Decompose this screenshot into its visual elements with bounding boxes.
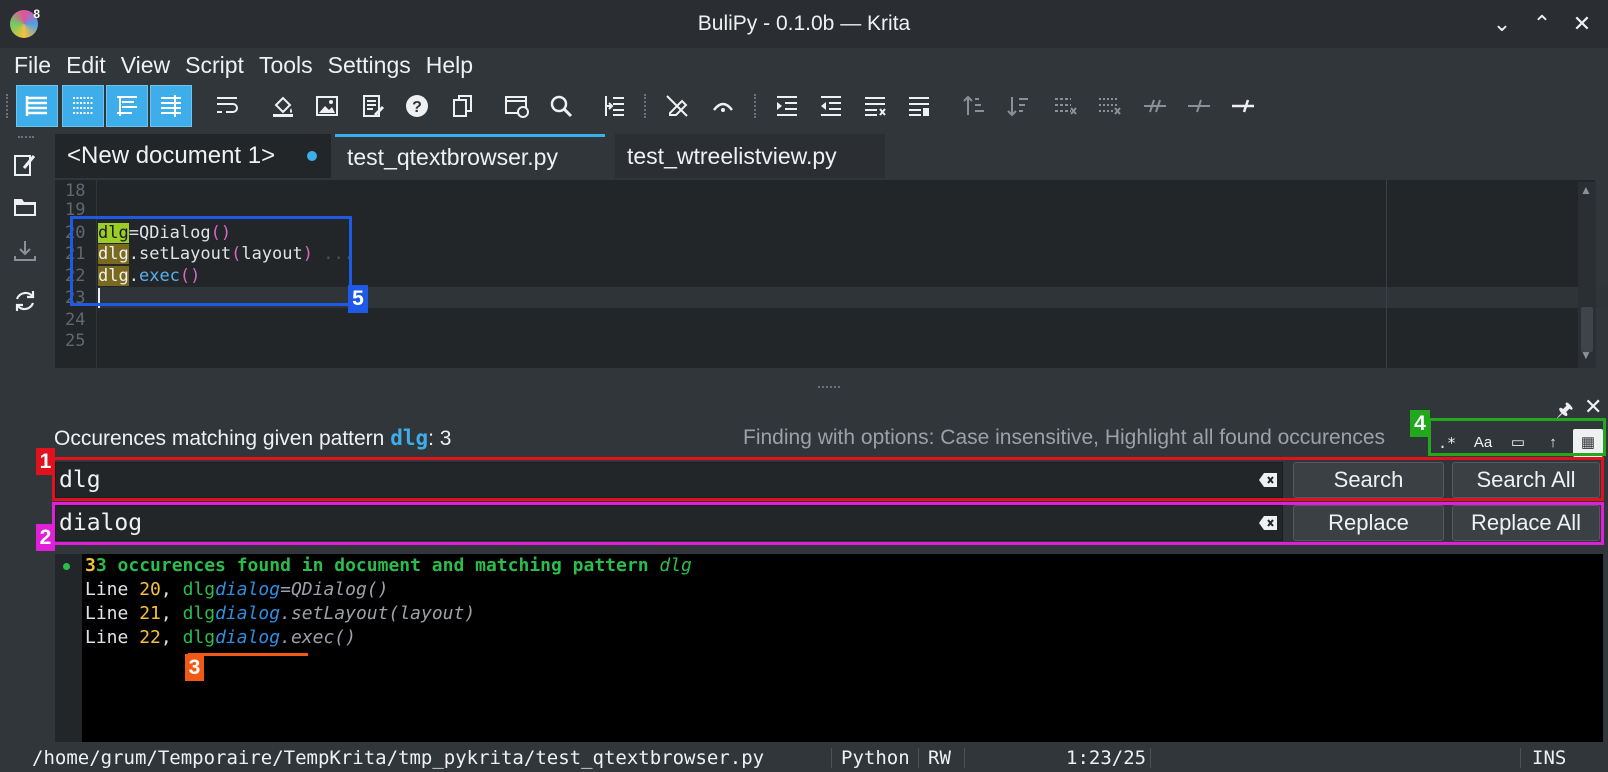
document-edit-icon[interactable] — [352, 85, 394, 127]
status-file-path: /home/grum/Temporaire/TempKrita/tmp_pykr… — [32, 747, 765, 769]
toolbar: ? — [0, 84, 1608, 130]
editor-scrollbar[interactable]: ▲ ▼ — [1578, 182, 1596, 368]
remove-duplicates-icon[interactable] — [1044, 85, 1086, 127]
status-read-write[interactable]: RW — [928, 747, 951, 769]
whitespace-view-icon[interactable] — [62, 85, 104, 127]
open-folder-icon[interactable] — [10, 192, 40, 222]
toolbar-grip[interactable] — [6, 94, 9, 118]
annotation-box-2 — [52, 502, 1604, 545]
scroll-up-icon[interactable]: ▲ — [1580, 183, 1592, 197]
line-number: 24 — [65, 310, 86, 330]
fill-color-icon[interactable] — [262, 85, 304, 127]
annotation-box-5 — [70, 216, 352, 306]
status-separator — [964, 748, 965, 768]
menu-view[interactable]: View — [121, 48, 170, 82]
result-row[interactable]: Line 21, dlgdialog.setLayout(layout) — [85, 602, 475, 626]
close-window-icon[interactable]: ✕ — [1568, 10, 1596, 38]
remove-empty-lines-icon[interactable] — [1088, 85, 1130, 127]
unindent-icon[interactable] — [810, 85, 852, 127]
status-separator — [1520, 748, 1521, 768]
maximize-icon[interactable]: ⌃ — [1528, 10, 1556, 38]
annotation-badge-1: 1 — [36, 448, 55, 475]
menu-settings[interactable]: Settings — [328, 48, 411, 82]
svg-text:?: ? — [412, 99, 422, 116]
status-separator — [1150, 748, 1151, 768]
toggle-comment-icon[interactable] — [1222, 85, 1264, 127]
results-gutter — [55, 554, 82, 742]
right-margin-icon[interactable] — [150, 85, 192, 127]
reload-icon[interactable] — [10, 286, 40, 316]
annotation-badge-3: 3 — [185, 654, 204, 681]
close-panel-icon[interactable]: ✕ — [1584, 394, 1602, 420]
uncomment-icon[interactable] — [1178, 85, 1220, 127]
save-download-icon[interactable] — [10, 236, 40, 266]
result-row[interactable]: Line 20, dlgdialog=QDialog() — [85, 578, 388, 602]
scroll-down-icon[interactable]: ▼ — [1580, 348, 1592, 362]
modified-dot-icon — [307, 151, 317, 161]
word-wrap-icon[interactable] — [206, 85, 248, 127]
menu-file[interactable]: File — [14, 48, 51, 82]
search-icon[interactable] — [540, 85, 582, 127]
results-header: 33 occurences found in document and matc… — [85, 555, 692, 576]
help-icon[interactable]: ? — [396, 85, 438, 127]
search-options-text: Finding with options: Case insensitive, … — [743, 426, 1386, 449]
status-insert-mode[interactable]: INS — [1532, 747, 1566, 769]
clear-format-icon[interactable] — [656, 85, 698, 127]
menu-script[interactable]: Script — [185, 48, 244, 82]
scrollbar-thumb[interactable] — [1581, 307, 1593, 352]
tab-bar: <New document 1> test_qtextbrowser.py te… — [55, 134, 1608, 178]
tab-label: <New document 1> — [67, 142, 276, 169]
status-separator — [918, 748, 919, 768]
splitter-handle[interactable] — [818, 386, 840, 389]
menu-edit[interactable]: Edit — [66, 48, 106, 82]
copy-icon[interactable] — [442, 85, 484, 127]
goto-line-icon[interactable] — [594, 85, 636, 127]
menu-help[interactable]: Help — [426, 48, 473, 82]
status-bar: /home/grum/Temporaire/TempKrita/tmp_pykr… — [0, 744, 1608, 772]
new-document-icon[interactable] — [10, 150, 40, 180]
tab-test-qtextbrowser[interactable]: test_qtextbrowser.py — [335, 134, 605, 178]
menu-bar: File Edit View Script Tools Settings Hel… — [0, 48, 1608, 82]
right-margin-line — [1386, 180, 1387, 368]
tab-label: test_wtreelistview.py — [627, 143, 837, 169]
sort-ascending-icon[interactable] — [954, 85, 996, 127]
dock-grip[interactable] — [18, 136, 34, 140]
status-cursor-position: 1:23/25 — [1066, 747, 1147, 769]
indent-icon[interactable] — [766, 85, 808, 127]
annotation-box-1 — [52, 457, 1604, 501]
annotation-badge-5: 5 — [348, 285, 368, 313]
annotation-box-4 — [1428, 418, 1606, 456]
fold-icon[interactable] — [702, 85, 744, 127]
minimize-icon[interactable]: ⌄ — [1488, 10, 1516, 38]
toolbar-grip[interactable] — [754, 94, 757, 118]
annotation-underline-3 — [188, 653, 308, 656]
occurrence-summary: Occurences matching given pattern dlg: 3 — [54, 426, 452, 450]
trim-spaces-icon[interactable] — [854, 85, 896, 127]
image-icon[interactable] — [306, 85, 348, 127]
window-title: BuliPy - 0.1.0b — Krita — [697, 12, 911, 35]
results-console[interactable]: 33 occurences found in document and matc… — [55, 554, 1603, 742]
annotation-badge-4: 4 — [1410, 410, 1430, 437]
line-number: 25 — [65, 331, 86, 351]
annotation-badge-2: 2 — [36, 524, 55, 551]
wrap-lines-icon[interactable] — [898, 85, 940, 127]
comment-icon[interactable] — [1134, 85, 1176, 127]
title-bar: 8 BuliPy - 0.1.0b — Krita ⌄ ⌃ ✕ — [0, 0, 1608, 48]
tab-new-document[interactable]: <New document 1> — [55, 134, 331, 178]
result-row[interactable]: Line 22, dlgdialog.exec() — [85, 626, 356, 650]
list-view-icon[interactable] — [16, 85, 58, 127]
sort-descending-icon[interactable] — [998, 85, 1040, 127]
status-language[interactable]: Python — [841, 747, 910, 769]
tab-label: test_qtextbrowser.py — [347, 144, 558, 170]
toolbar-grip[interactable] — [644, 94, 647, 118]
left-dock — [0, 132, 48, 742]
tab-test-wtreelistview[interactable]: test_wtreelistview.py — [615, 134, 885, 178]
settings-window-icon[interactable] — [496, 85, 538, 127]
status-bullet-icon — [63, 563, 70, 570]
indent-guides-icon[interactable] — [106, 85, 148, 127]
menu-tools[interactable]: Tools — [259, 48, 313, 82]
status-separator — [831, 748, 832, 768]
